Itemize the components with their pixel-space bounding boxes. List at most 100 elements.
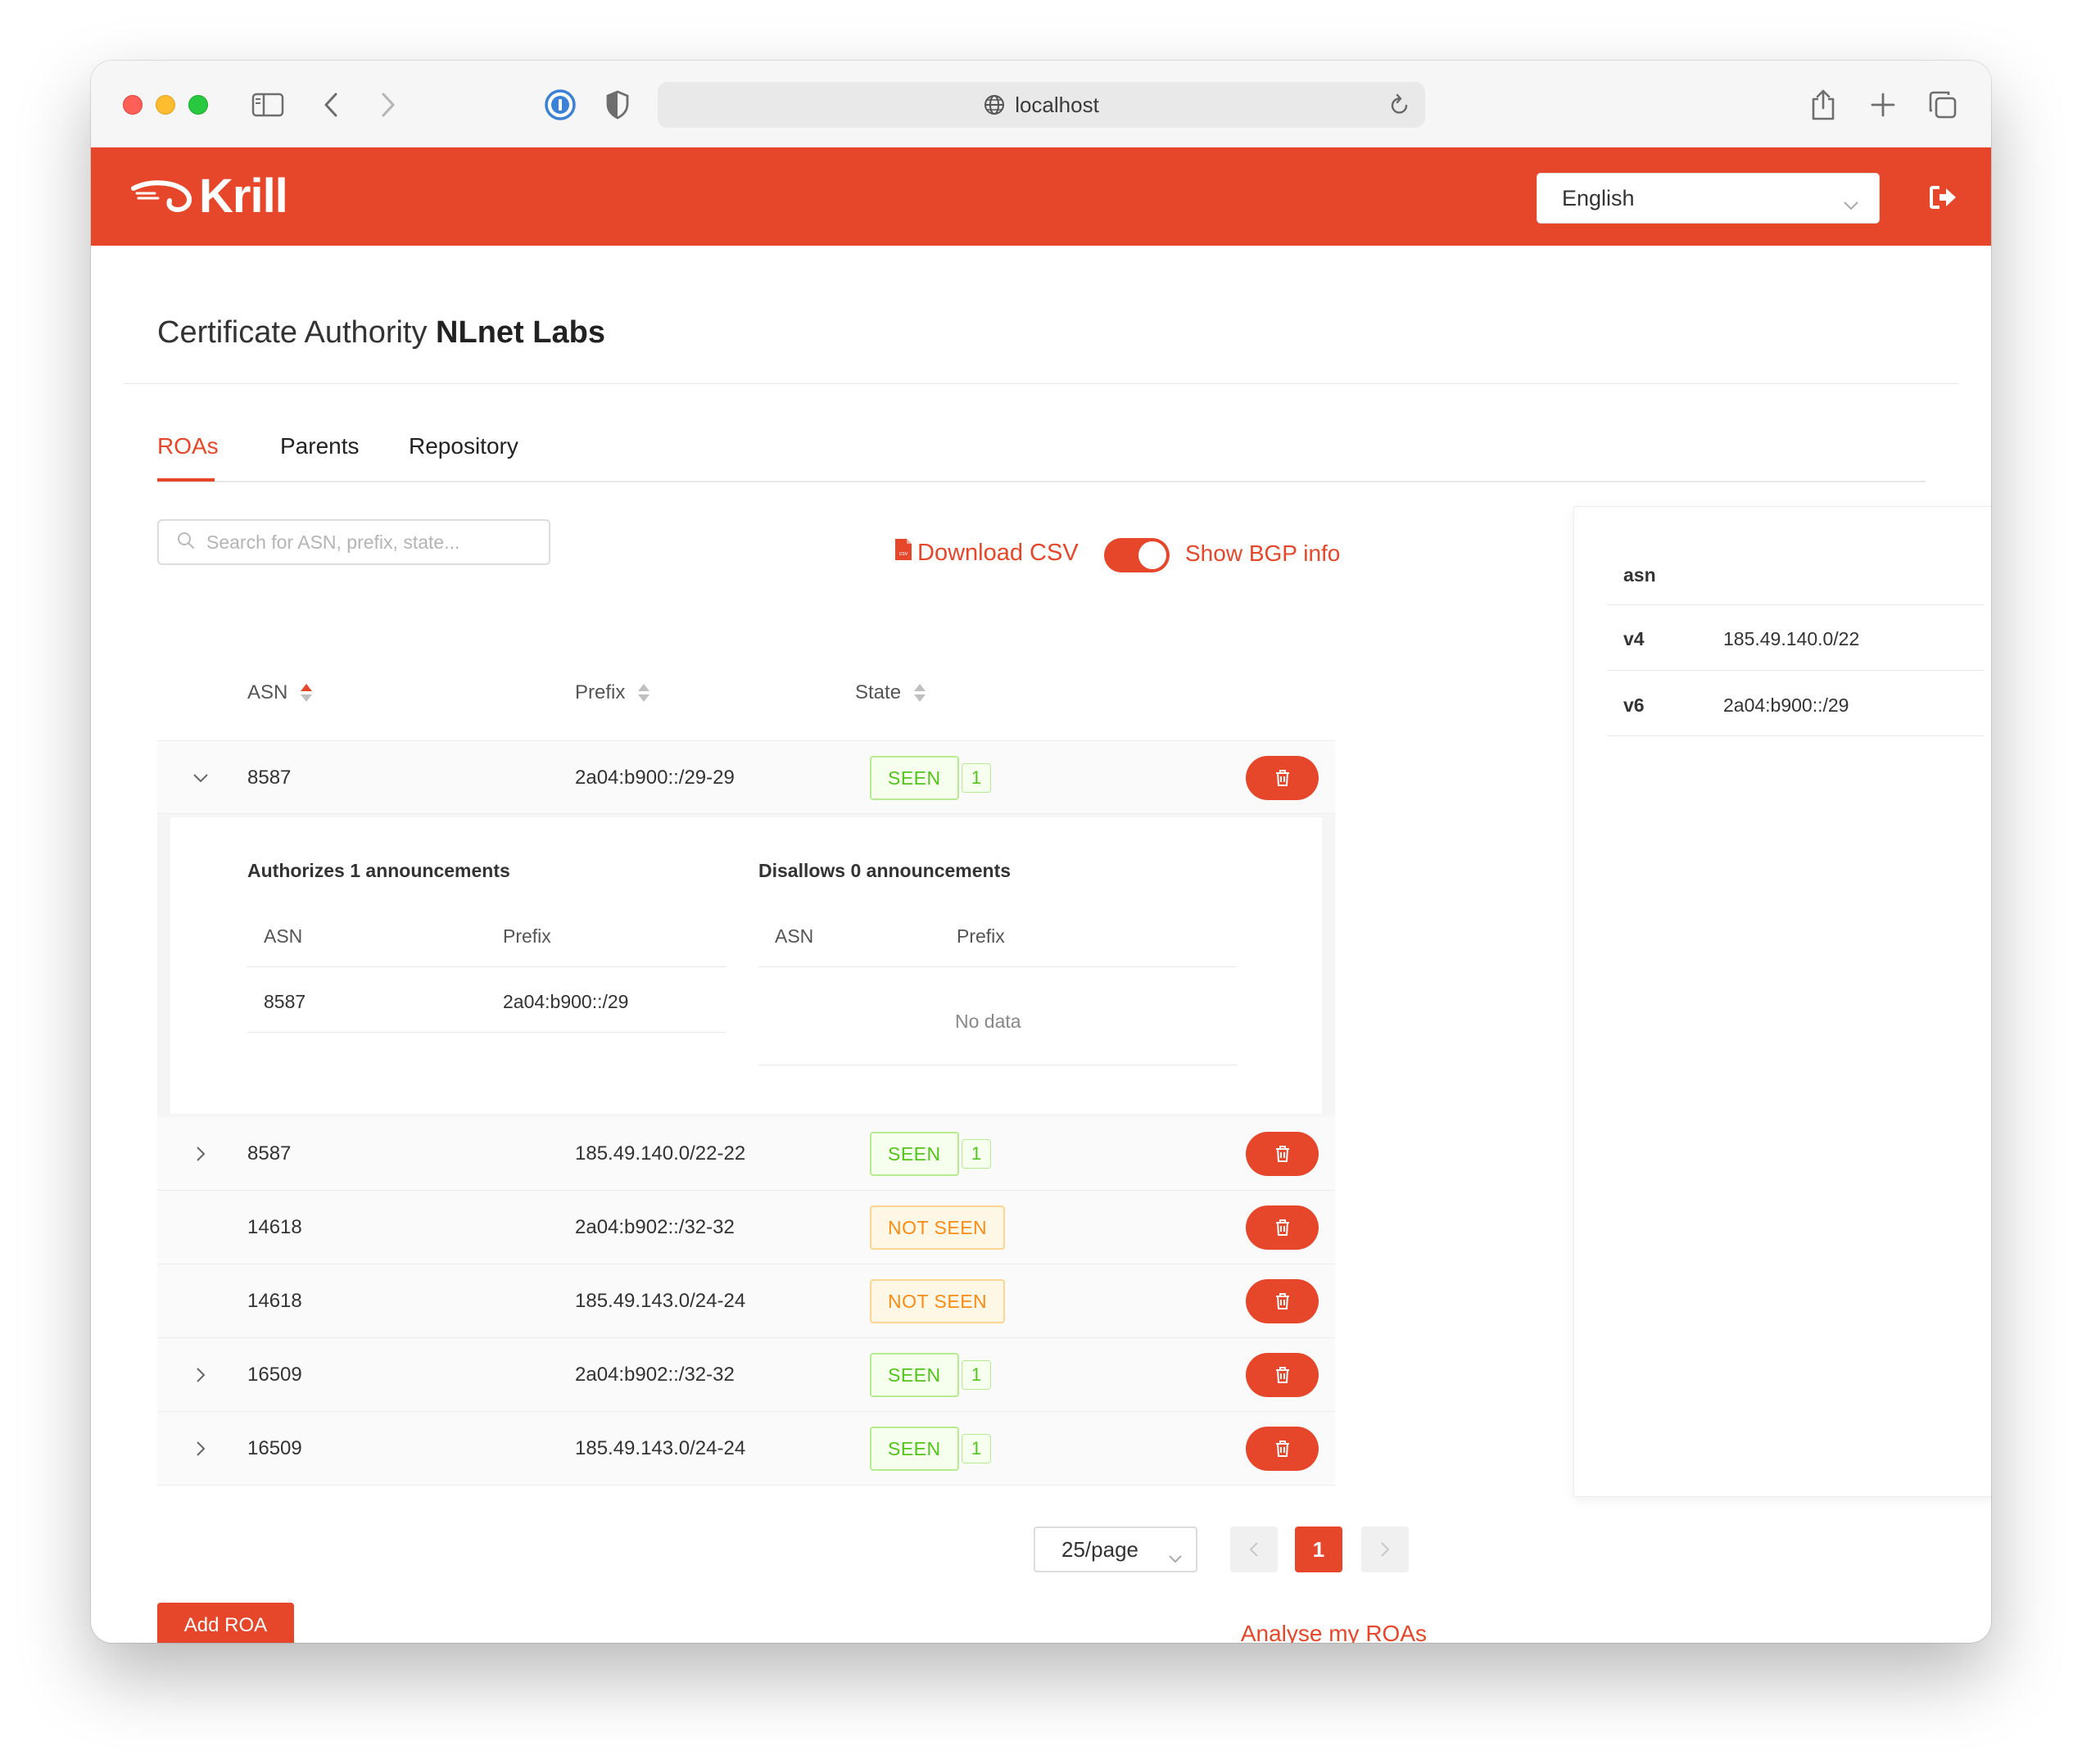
page-title: Certificate Authority NLnet Labs: [157, 315, 605, 351]
table-row[interactable]: 16509 2a04:b902::/32-32 SEEN 1: [157, 1338, 1335, 1412]
search-icon: [177, 531, 195, 554]
reload-icon[interactable]: [1389, 93, 1410, 122]
delete-roa-button[interactable]: [1246, 1353, 1319, 1397]
delete-roa-button[interactable]: [1246, 1279, 1319, 1323]
table-row[interactable]: 14618 2a04:b902::/32-32 NOT SEEN: [157, 1191, 1335, 1264]
trash-icon: [1275, 770, 1289, 786]
chevron-left-icon: [1249, 1542, 1258, 1557]
logout-icon[interactable]: [1930, 185, 1958, 214]
authorizes-prefix: 2a04:b900::/29: [503, 991, 629, 1012]
delete-roa-button[interactable]: [1246, 1205, 1319, 1250]
language-value: English: [1562, 185, 1635, 210]
collapse-row-icon[interactable]: [188, 766, 213, 790]
tab-overview-icon[interactable]: [1928, 84, 1958, 126]
row-asn: 16509: [247, 1364, 302, 1386]
delete-roa-button[interactable]: [1246, 756, 1319, 800]
next-page-button[interactable]: [1361, 1527, 1409, 1572]
search-input[interactable]: [206, 531, 518, 554]
row-prefix: 2a04:b900::/29-29: [575, 767, 735, 789]
privacy-shield-icon[interactable]: [605, 84, 630, 126]
page-number-button[interactable]: 1: [1295, 1527, 1342, 1572]
disallows-title: Disallows 0 announcements: [758, 860, 1012, 881]
sort-icon: [912, 682, 927, 703]
announcement-count-badge: 1: [962, 1360, 991, 1390]
globe-icon: [984, 94, 1005, 115]
row-asn: 16509: [247, 1437, 302, 1459]
krill-logo[interactable]: Krill: [130, 170, 288, 223]
csv-badge-text: csv: [899, 551, 908, 557]
app-header: Krill English: [91, 147, 1991, 246]
state-badge: SEEN: [870, 1427, 959, 1471]
tab-roas[interactable]: ROAs: [157, 433, 219, 459]
expand-row-icon[interactable]: [188, 1363, 213, 1387]
sort-icon: [299, 682, 314, 703]
authorizes-column-prefix: Prefix: [503, 925, 551, 947]
no-data-text: No data: [955, 1011, 1021, 1032]
search-field[interactable]: [157, 519, 550, 565]
forward-icon[interactable]: [379, 84, 397, 126]
download-csv-link[interactable]: csv Download CSV: [894, 537, 1079, 568]
roa-table-header: ASN Prefix State: [157, 667, 1335, 739]
password-manager-icon[interactable]: [544, 84, 577, 126]
state-badge: NOT SEEN: [870, 1279, 1006, 1323]
add-roa-button[interactable]: Add ROA: [157, 1603, 294, 1643]
delete-roa-button[interactable]: [1246, 1132, 1319, 1176]
sort-icon: [636, 682, 651, 703]
analyse-roas-link[interactable]: Analyse my ROAs: [1145, 1621, 1427, 1643]
shrimp-logo-icon: [130, 174, 194, 220]
expand-row-icon[interactable]: [188, 1436, 213, 1461]
tab-parents[interactable]: Parents: [280, 433, 360, 459]
column-state-label: State: [855, 681, 902, 703]
close-window-button[interactable]: [123, 95, 143, 115]
state-badge: NOT SEEN: [870, 1205, 1006, 1250]
roa-detail-content: Authorizes 1 announcements Disallows 0 a…: [170, 817, 1322, 1114]
delete-roa-button[interactable]: [1246, 1427, 1319, 1471]
bgp-key-v6: v6: [1623, 694, 1645, 716]
state-badge: SEEN: [870, 1132, 959, 1176]
state-badge: SEEN: [870, 1353, 959, 1397]
divider: [1607, 604, 1984, 605]
table-row[interactable]: 8587 2a04:b900::/29-29 SEEN 1: [157, 740, 1335, 814]
share-icon[interactable]: [1810, 84, 1836, 126]
disallows-column-asn: ASN: [775, 925, 814, 947]
divider: [124, 383, 1958, 384]
csv-file-icon: csv: [894, 537, 913, 568]
divider: [1607, 670, 1984, 671]
zoom-window-button[interactable]: [188, 95, 208, 115]
row-asn: 14618: [247, 1290, 302, 1312]
show-bgp-toggle[interactable]: [1104, 538, 1170, 572]
announcement-count-badge: 1: [962, 763, 991, 793]
page-size-select[interactable]: 25/page: [1034, 1527, 1197, 1572]
tab-repository[interactable]: Repository: [409, 433, 518, 459]
row-prefix: 185.49.143.0/24-24: [575, 1437, 746, 1459]
bgp-value-v4: 185.49.140.0/22: [1723, 628, 1860, 649]
column-asn[interactable]: ASN: [247, 681, 314, 704]
row-prefix: 185.49.143.0/24-24: [575, 1290, 746, 1312]
previous-page-button[interactable]: [1230, 1527, 1278, 1572]
bgp-info-panel: asn v4 185.49.140.0/22 v6 2a04:b900::/29: [1573, 506, 1991, 1497]
toggle-knob: [1138, 541, 1166, 569]
row-prefix: 185.49.140.0/22-22: [575, 1142, 746, 1165]
address-bar[interactable]: localhost: [658, 82, 1425, 128]
new-tab-icon[interactable]: [1870, 84, 1896, 126]
table-row[interactable]: 14618 185.49.143.0/24-24 NOT SEEN: [157, 1264, 1335, 1338]
language-select[interactable]: English: [1537, 173, 1880, 224]
back-icon[interactable]: [322, 84, 340, 126]
table-row[interactable]: 8587 185.49.140.0/22-22 SEEN 1: [157, 1117, 1335, 1191]
state-badge: SEEN: [870, 756, 959, 800]
row-asn: 14618: [247, 1216, 302, 1238]
column-prefix[interactable]: Prefix: [575, 681, 651, 704]
tab-bar-line: [157, 481, 1926, 482]
trash-icon: [1275, 1219, 1289, 1236]
minimize-window-button[interactable]: [156, 95, 175, 115]
show-bgp-label[interactable]: Show BGP info: [1185, 541, 1340, 567]
logo-text: Krill: [199, 170, 288, 223]
row-asn: 8587: [247, 1142, 292, 1165]
divider: [1607, 735, 1984, 736]
table-row[interactable]: 16509 185.49.143.0/24-24 SEEN 1: [157, 1412, 1335, 1486]
disallows-column-prefix: Prefix: [957, 925, 1005, 947]
expand-row-icon[interactable]: [188, 1142, 213, 1166]
sidebar-toggle-icon[interactable]: [251, 84, 284, 126]
bgp-key-v4: v4: [1623, 628, 1645, 649]
column-state[interactable]: State: [855, 681, 927, 704]
